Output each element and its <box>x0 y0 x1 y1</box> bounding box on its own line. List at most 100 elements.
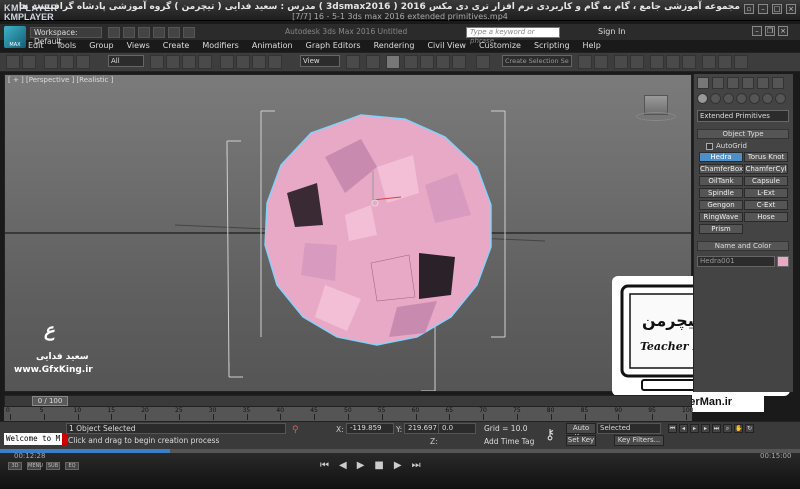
ringwave-button[interactable]: RingWave <box>699 212 743 222</box>
selection-filter-dropdown[interactable]: All <box>108 55 144 67</box>
restore-icon[interactable]: ❐ <box>765 26 775 36</box>
c-ext-button[interactable]: C-Ext <box>744 200 788 210</box>
menu-edit[interactable]: Edit <box>28 41 44 50</box>
menu-civil-view[interactable]: Civil View <box>427 41 466 50</box>
set-key-button[interactable]: Set Key <box>566 435 596 446</box>
edit-named-selection-icon[interactable] <box>476 55 490 69</box>
object-color-swatch[interactable] <box>777 256 789 267</box>
capsule-button[interactable]: Capsule <box>744 176 788 186</box>
kmplayer-eq-button[interactable]: EQ <box>65 462 79 470</box>
render-production-icon[interactable] <box>734 55 748 69</box>
hedra-button[interactable]: Hedra <box>699 152 743 162</box>
open-file-icon[interactable] <box>123 27 135 38</box>
modify-tab-icon[interactable] <box>712 77 724 89</box>
close-icon[interactable]: × <box>778 26 788 36</box>
lights-icon[interactable] <box>723 93 734 104</box>
spindle-button[interactable]: Spindle <box>699 188 743 198</box>
oiltank-button[interactable]: OilTank <box>699 176 743 186</box>
shapes-icon[interactable] <box>710 93 721 104</box>
rewind-icon[interactable]: ◀ <box>339 460 347 471</box>
menu-rendering[interactable]: Rendering <box>374 41 415 50</box>
menu-group[interactable]: Group <box>89 41 113 50</box>
next-frame-icon[interactable]: ▸ <box>701 424 710 433</box>
key-filters-button[interactable]: Key Filters... <box>614 435 664 446</box>
new-file-icon[interactable] <box>108 27 120 38</box>
previous-frame-icon[interactable]: ◂ <box>679 424 688 433</box>
helpers-icon[interactable] <box>749 93 760 104</box>
create-tab-icon[interactable] <box>697 77 709 89</box>
search-input[interactable]: Type a keyword or phrase <box>466 27 560 45</box>
key-icon[interactable]: ⚷ <box>545 427 555 443</box>
bind-space-warp-icon[interactable] <box>76 55 90 69</box>
motion-tab-icon[interactable] <box>742 77 754 89</box>
rendered-frame-window-icon[interactable] <box>718 55 732 69</box>
menu-help[interactable]: Help <box>583 41 601 50</box>
keyboard-shortcut-override-icon[interactable] <box>386 55 400 69</box>
display-tab-icon[interactable] <box>757 77 769 89</box>
redo-icon[interactable] <box>22 55 36 69</box>
render-setup-icon[interactable] <box>702 55 716 69</box>
minimize-icon[interactable]: – <box>758 4 768 14</box>
window-crossing-icon[interactable] <box>198 55 212 69</box>
menu-modifiers[interactable]: Modifiers <box>202 41 239 50</box>
menu-animation[interactable]: Animation <box>252 41 293 50</box>
forward-icon[interactable]: ▶ <box>394 460 402 471</box>
time-slider-thumb[interactable]: 0 / 100 <box>32 396 68 406</box>
hose-button[interactable]: Hose <box>744 212 788 222</box>
mirror-icon[interactable] <box>578 55 592 69</box>
space-warps-icon[interactable] <box>762 93 773 104</box>
go-to-end-icon[interactable]: ⏭ <box>712 424 721 433</box>
auto-key-button[interactable]: Auto Key <box>566 423 596 441</box>
align-icon[interactable] <box>594 55 608 69</box>
pan-view-icon[interactable]: ✋ <box>734 424 743 433</box>
layer-manager-icon[interactable] <box>614 55 628 69</box>
maximize-icon[interactable]: □ <box>772 4 782 14</box>
minimize-icon[interactable]: – <box>752 26 762 36</box>
geometry-icon[interactable] <box>697 93 708 104</box>
workspace-dropdown[interactable]: Workspace: Default <box>30 27 102 46</box>
perspective-viewport[interactable] <box>4 74 692 392</box>
kmplayer-menu-button[interactable]: MENU <box>27 462 43 470</box>
angle-snap-icon[interactable] <box>420 55 434 69</box>
select-rotate-icon[interactable] <box>236 55 250 69</box>
select-by-name-icon[interactable] <box>166 55 180 69</box>
play-animation-icon[interactable]: ▸ <box>690 424 699 433</box>
undo-icon[interactable] <box>6 55 20 69</box>
graphite-ribbon-icon[interactable] <box>630 55 644 69</box>
previous-icon[interactable]: ⏮ <box>320 460 329 471</box>
project-folder-icon[interactable] <box>183 27 195 38</box>
sign-in-button[interactable]: Sign In <box>598 27 625 36</box>
selection-lock-icon[interactable]: ⚲ <box>292 425 301 435</box>
menu-tools[interactable]: Tools <box>57 41 77 50</box>
spinner-snap-icon[interactable] <box>452 55 466 69</box>
zoom-extents-icon[interactable]: ⌕ <box>723 424 732 433</box>
maxscript-listener-input[interactable]: Welcome to M <box>4 433 62 445</box>
save-file-icon[interactable] <box>138 27 150 38</box>
time-slider-track[interactable] <box>4 395 692 407</box>
add-time-tag-button[interactable]: Add Time Tag <box>484 437 534 446</box>
key-mode-dropdown[interactable]: Selected <box>597 423 661 434</box>
select-move-icon[interactable] <box>220 55 234 69</box>
unlink-icon[interactable] <box>60 55 74 69</box>
curve-editor-icon[interactable] <box>650 55 664 69</box>
primitive-category-dropdown[interactable]: Extended Primitives <box>697 110 789 122</box>
undo-icon[interactable] <box>153 27 165 38</box>
cameras-icon[interactable] <box>736 93 747 104</box>
pin-icon[interactable]: ▫ <box>744 4 754 14</box>
percent-snap-icon[interactable] <box>436 55 450 69</box>
viewcube-compass-ring[interactable] <box>636 112 676 121</box>
snaps-toggle-icon[interactable] <box>404 55 418 69</box>
close-icon[interactable]: × <box>786 4 796 14</box>
chamferbox-button[interactable]: ChamferBox <box>699 164 743 174</box>
torus-knot-button[interactable]: Torus Knot <box>744 152 788 162</box>
redo-icon[interactable] <box>168 27 180 38</box>
gengon-button[interactable]: Gengon <box>699 200 743 210</box>
menu-create[interactable]: Create <box>163 41 190 50</box>
select-scale-icon[interactable] <box>252 55 266 69</box>
next-icon[interactable]: ⏭ <box>412 460 421 471</box>
orbit-icon[interactable]: ↻ <box>745 424 754 433</box>
kmplayer-3d-button[interactable]: 3D <box>8 462 22 470</box>
menu-customize[interactable]: Customize <box>479 41 521 50</box>
autogrid-checkbox[interactable] <box>706 143 713 150</box>
prism-button[interactable]: Prism <box>699 224 743 234</box>
